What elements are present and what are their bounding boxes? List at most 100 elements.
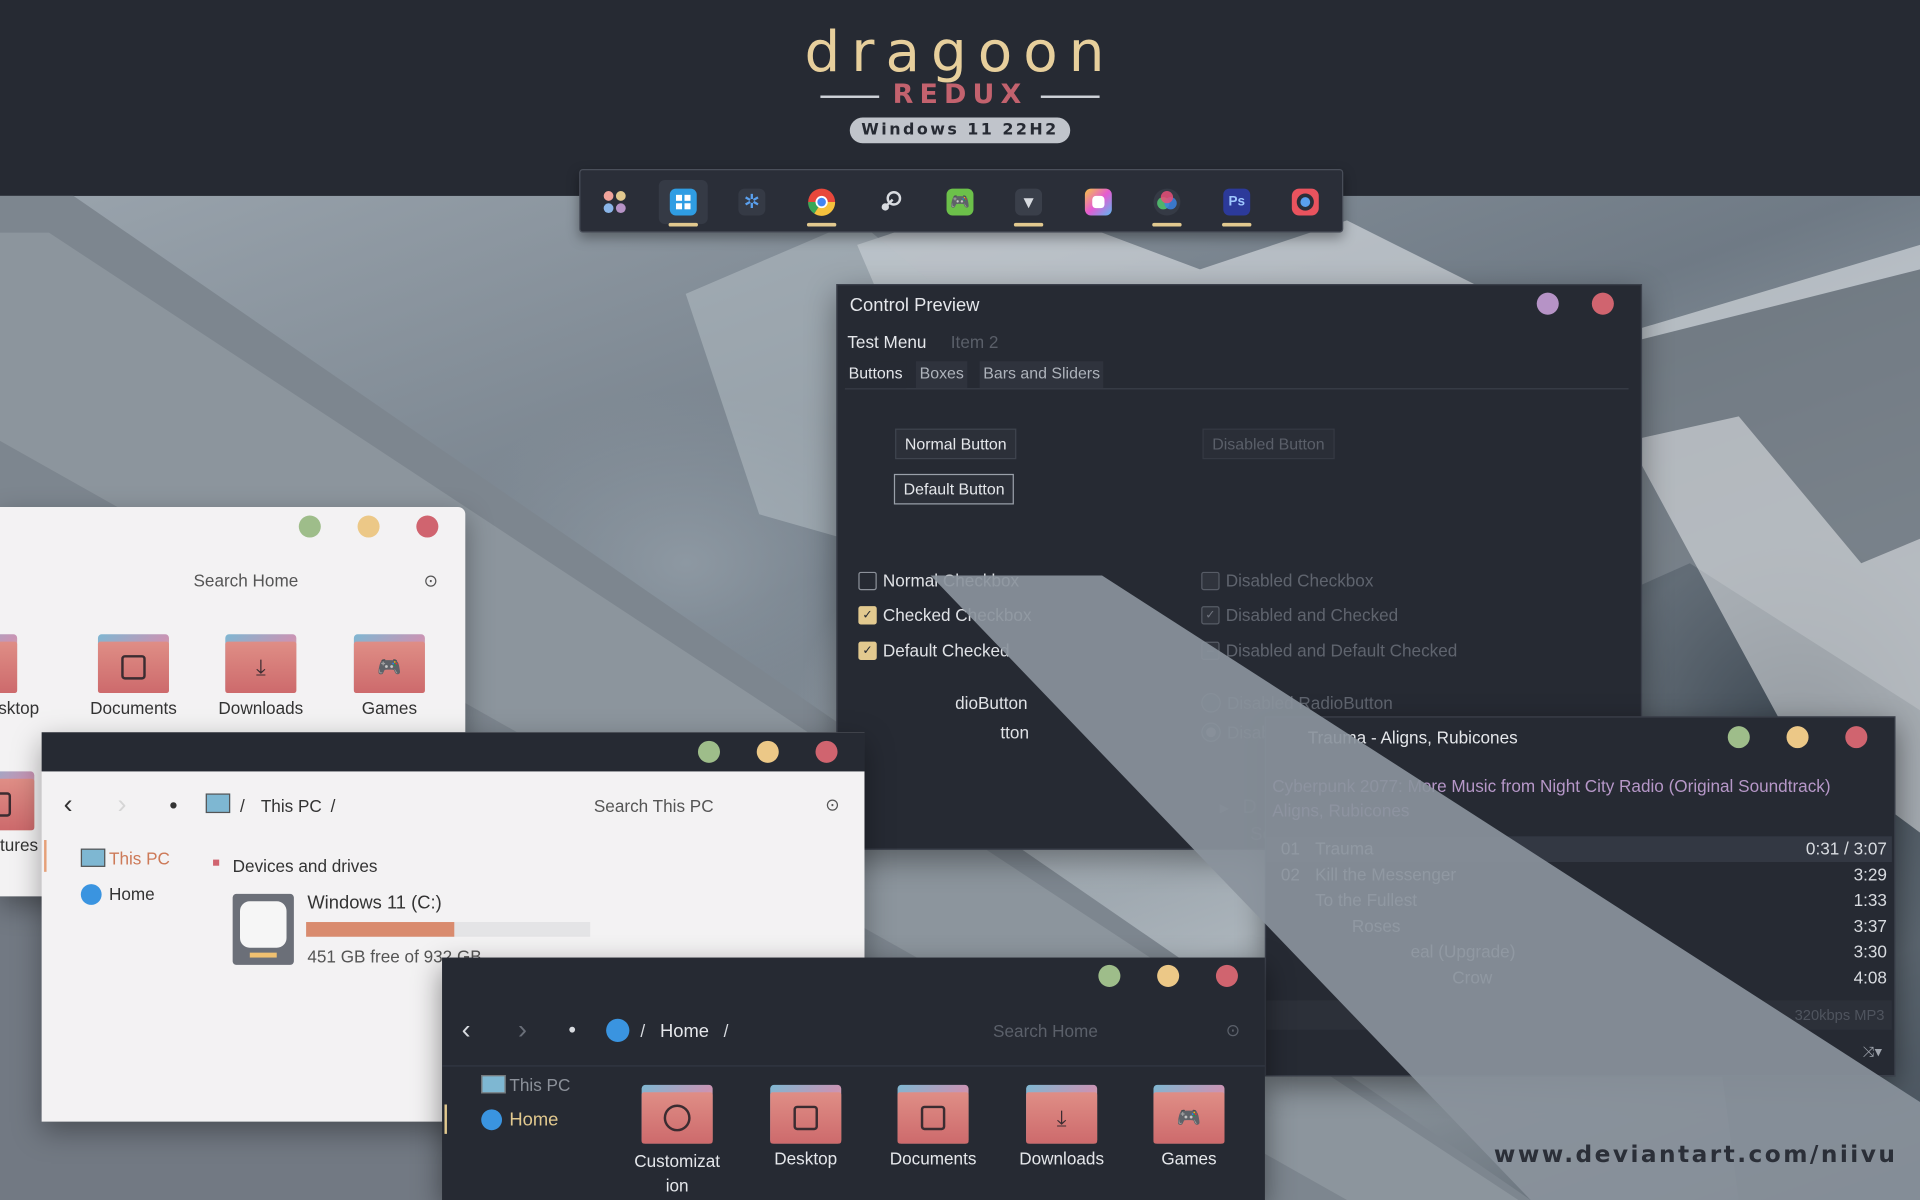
this-pc-icon — [205, 793, 231, 814]
search-icon[interactable]: ⊙ — [825, 795, 839, 816]
checkbox-box[interactable] — [858, 571, 877, 590]
forward-button[interactable]: › — [118, 789, 127, 821]
folder-desktop[interactable]: Desktop — [744, 1080, 866, 1168]
track-row[interactable]: 01 Trauma 0:31 / 3:07 — [1266, 836, 1892, 863]
breadcrumb[interactable]: This PC — [261, 796, 322, 816]
back-button[interactable]: ‹ — [462, 1014, 471, 1046]
download-icon: ⤓ — [1056, 1105, 1067, 1130]
track-duration: 0:31 / 3:07 — [1805, 838, 1887, 859]
app-launcher-icon[interactable] — [590, 180, 639, 224]
track-row[interactable]: 02 Kill the Messenger 3:29 — [1266, 862, 1892, 888]
disabled-radio-button: Disabled RadioButton — [1201, 693, 1393, 713]
colorful-app-icon[interactable] — [1074, 180, 1123, 224]
drive-name[interactable]: Windows 11 (C:) — [307, 893, 441, 914]
folder-documents[interactable]: Documents — [72, 629, 194, 718]
menu-item-test[interactable]: Test Menu — [847, 332, 926, 352]
minimize-button[interactable] — [697, 740, 721, 763]
search-icon[interactable]: ⊙ — [1226, 1020, 1240, 1041]
close-button[interactable] — [416, 515, 439, 538]
maximize-button[interactable] — [1536, 292, 1559, 315]
checkbox-label: Disabled Checkbox — [1225, 570, 1374, 591]
sidebar-item-this-pc[interactable]: This PC — [109, 849, 170, 869]
running-indicator — [1152, 222, 1182, 227]
tab-boxes[interactable]: Boxes — [915, 361, 968, 389]
search-input[interactable]: Search Home — [193, 571, 298, 591]
maximize-button[interactable] — [357, 515, 380, 538]
home-icon — [606, 1018, 630, 1043]
minimize-button[interactable] — [1727, 726, 1750, 749]
track-row[interactable]: Crow 4:08 — [1266, 965, 1892, 991]
camera-app-icon[interactable] — [1281, 180, 1330, 224]
folder-pictures[interactable] — [0, 767, 35, 831]
track-duration: 3:37 — [1853, 915, 1887, 936]
breadcrumb[interactable]: Home — [660, 1021, 709, 1042]
default-button[interactable]: Default Button — [893, 473, 1015, 505]
track-row[interactable]: To the Fullest 1:33 — [1266, 888, 1892, 914]
album-info: Cyberpunk 2077: More Music from Night Ci… — [1272, 774, 1884, 823]
folder-customization[interactable]: Customizat ion — [616, 1080, 738, 1198]
radio-button-label-2[interactable]: tton — [1000, 722, 1029, 742]
windows-start-icon[interactable] — [658, 180, 708, 227]
gamepad-icon[interactable]: 🎮 — [936, 180, 985, 224]
wolf-icon[interactable]: ▼ — [1004, 180, 1053, 227]
folder-desktop[interactable]: sktop — [0, 629, 78, 718]
shuffle-icon[interactable]: ⤨▾ — [1863, 1043, 1882, 1061]
window-title: Trauma - Aligns, Rubicones — [1307, 727, 1518, 747]
checkmark-icon[interactable]: ✓ — [858, 605, 877, 624]
taskbar: ✲ 🎮 ▼ Ps — [579, 168, 1344, 233]
close-button[interactable] — [815, 740, 838, 763]
minimize-button[interactable] — [298, 515, 321, 538]
folder-documents[interactable]: Documents — [872, 1080, 994, 1168]
folder-downloads[interactable]: ⤓ Downloads — [200, 629, 322, 718]
folder-downloads[interactable]: ⤓ Downloads — [1000, 1080, 1122, 1168]
sidebar-item-this-pc[interactable]: This PC — [509, 1075, 570, 1095]
brand-logo: dragoon REDUX Windows 11 22H2 — [715, 17, 1205, 144]
photoshop-icon[interactable]: Ps — [1212, 180, 1261, 227]
checkbox-box — [1201, 571, 1220, 590]
folder-label: Games — [361, 697, 418, 718]
up-button[interactable]: ● — [169, 796, 178, 813]
tab-bars-sliders[interactable]: Bars and Sliders — [979, 361, 1104, 389]
sidebar-item-home[interactable]: Home — [509, 1109, 558, 1130]
steam-icon[interactable] — [866, 180, 915, 224]
running-indicator — [1013, 222, 1044, 227]
document-icon — [920, 1105, 946, 1131]
download-icon: ⤓ — [255, 654, 266, 679]
search-icon[interactable]: ⊙ — [424, 571, 438, 592]
chrome-icon[interactable] — [797, 180, 846, 227]
checkbox-label: Disabled and Default Checked — [1225, 640, 1458, 661]
color-drop-icon[interactable] — [1142, 180, 1191, 227]
checkmark-icon[interactable]: ✓ — [858, 641, 877, 660]
forward-button[interactable]: › — [518, 1014, 527, 1046]
menu-item-2[interactable]: Item 2 — [951, 332, 999, 352]
normal-checkbox[interactable]: Normal Checkbox — [858, 571, 1019, 590]
track-row[interactable]: Roses 3:37 — [1266, 913, 1892, 939]
folder-games[interactable]: 🎮 Games — [328, 629, 450, 718]
close-button[interactable] — [1215, 964, 1238, 987]
maximize-button[interactable] — [1786, 726, 1809, 749]
track-number: 01 — [1280, 838, 1300, 859]
up-button[interactable]: ● — [568, 1022, 576, 1037]
folder-games[interactable]: 🎮 Games — [1128, 1080, 1250, 1168]
back-button[interactable]: ‹ — [64, 789, 73, 821]
checked-checkbox[interactable]: ✓ Checked Checkbox — [858, 605, 1032, 624]
tab-buttons[interactable]: Buttons — [844, 361, 907, 389]
maximize-button[interactable] — [756, 740, 779, 763]
settings-gear-icon[interactable]: ✲ — [727, 180, 776, 224]
normal-button[interactable]: Normal Button — [895, 428, 1017, 460]
minimize-button[interactable] — [1098, 964, 1121, 987]
close-button[interactable] — [1845, 726, 1868, 749]
close-button[interactable] — [1591, 292, 1614, 315]
folder-label: Documents — [889, 1148, 977, 1169]
search-input[interactable]: Search This PC — [594, 796, 714, 816]
sidebar-item-home[interactable]: Home — [109, 884, 155, 904]
track-row[interactable]: eal (Upgrade) 3:30 — [1266, 939, 1892, 965]
clock-icon — [663, 1104, 691, 1132]
radio-button-label[interactable]: dioButton — [955, 693, 1027, 713]
maximize-button[interactable] — [1157, 964, 1180, 987]
search-input[interactable]: Search Home — [993, 1021, 1098, 1041]
track-number: 02 — [1280, 864, 1300, 885]
default-checked-checkbox[interactable]: ✓ Default Checked — [858, 640, 1010, 660]
track-name: To the Fullest — [1315, 890, 1418, 910]
section-bullet — [213, 859, 220, 866]
